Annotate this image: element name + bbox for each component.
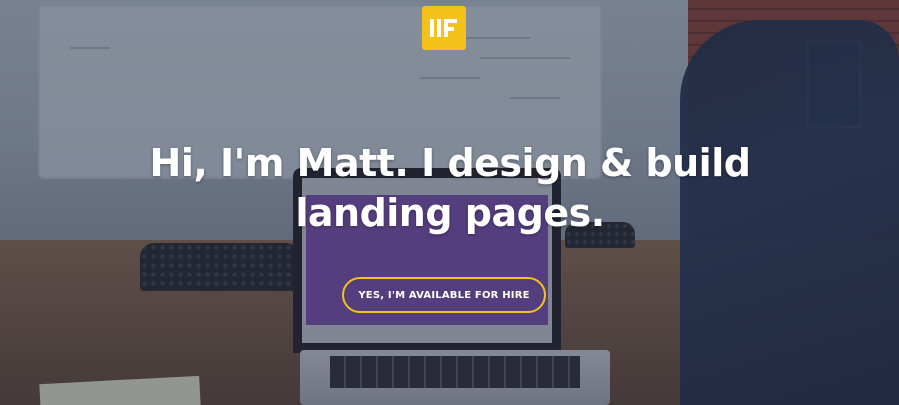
hero-section: Hi, I'm Matt. I design & build landing p…	[0, 0, 899, 405]
hero-headline-line1: Hi, I'm Matt. I design & build	[149, 141, 751, 185]
mf-monogram-logo-icon[interactable]	[422, 6, 466, 50]
hero-headline-line2: landing pages.	[295, 191, 605, 235]
hero-headline: Hi, I'm Matt. I design & build landing p…	[100, 138, 800, 238]
hire-me-button[interactable]: YES, I'M AVAILABLE FOR HIRE	[342, 277, 546, 313]
